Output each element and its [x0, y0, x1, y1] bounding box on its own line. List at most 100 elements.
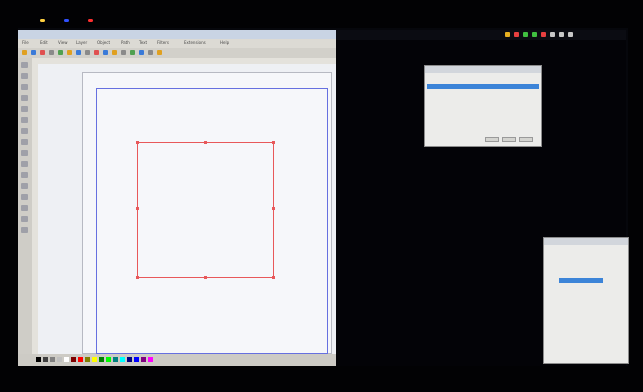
node-icon[interactable]	[21, 73, 28, 79]
toolbar-icon[interactable]	[103, 50, 108, 55]
menu-path[interactable]: Path	[121, 40, 130, 45]
dialog-list-item[interactable]	[427, 84, 539, 89]
color-swatch[interactable]	[50, 357, 55, 362]
spiral-icon[interactable]	[21, 139, 28, 145]
rect-icon[interactable]	[21, 106, 28, 112]
color-swatch[interactable]	[99, 357, 104, 362]
tray-icon[interactable]	[514, 32, 519, 37]
tray-icon[interactable]	[550, 32, 555, 37]
editor-statusbar	[18, 354, 336, 366]
color-swatch[interactable]	[92, 357, 97, 362]
menu-extensions[interactable]: Extensions	[184, 40, 206, 45]
color-swatch[interactable]	[120, 357, 125, 362]
toolbar-icon[interactable]	[112, 50, 117, 55]
toolbar-icon[interactable]	[40, 50, 45, 55]
ellipse-icon[interactable]	[21, 117, 28, 123]
gradient-icon[interactable]	[21, 194, 28, 200]
color-swatch[interactable]	[141, 357, 146, 362]
tray-icon[interactable]	[541, 32, 546, 37]
dialog-title[interactable]	[425, 66, 541, 73]
menu-help[interactable]: Help	[220, 40, 229, 45]
tray-icon[interactable]	[532, 32, 537, 37]
menu-edit[interactable]: Edit	[40, 40, 48, 45]
dialog-list-item[interactable]	[427, 90, 539, 95]
color-swatch[interactable]	[57, 357, 62, 362]
color-swatch[interactable]	[85, 357, 90, 362]
dialog-list-item[interactable]	[550, 254, 594, 259]
color-swatch[interactable]	[127, 357, 132, 362]
tray-icon[interactable]	[559, 32, 564, 37]
calligraphy-icon[interactable]	[21, 172, 28, 178]
selected-rectangle[interactable]	[136, 141, 275, 279]
dialog-title[interactable]	[544, 238, 628, 245]
color-swatch[interactable]	[36, 357, 41, 362]
dialog-list-item[interactable]	[553, 262, 597, 267]
dialog-list-item[interactable]	[556, 270, 600, 275]
editor-titlebar[interactable]	[18, 30, 336, 39]
dialog-button[interactable]	[485, 137, 499, 142]
menu-filters[interactable]: Filters	[157, 40, 169, 45]
dialog-button[interactable]	[519, 137, 533, 142]
color-swatch[interactable]	[78, 357, 83, 362]
pen-icon[interactable]	[21, 161, 28, 167]
toolbar-icon[interactable]	[58, 50, 63, 55]
eraser-icon[interactable]	[21, 227, 28, 233]
dialog-button[interactable]	[502, 137, 516, 142]
toolbar-icon[interactable]	[85, 50, 90, 55]
editor-toolbox	[18, 58, 32, 356]
resize-handle-s[interactable]	[204, 276, 207, 279]
menu-layer[interactable]: Layer	[76, 40, 87, 45]
text-icon[interactable]	[21, 183, 28, 189]
toolbar-icon[interactable]	[121, 50, 126, 55]
dialog-list-item[interactable]	[559, 278, 603, 283]
color-swatch[interactable]	[71, 357, 76, 362]
top-panel	[330, 30, 626, 40]
color-palette	[36, 354, 236, 366]
color-swatch[interactable]	[113, 357, 118, 362]
pencil-icon[interactable]	[21, 150, 28, 156]
vector-editor-window: File Edit View Layer Object Path Text Filters Ex…	[18, 30, 336, 366]
tweak-icon[interactable]	[21, 84, 28, 90]
toolbar-icon[interactable]	[67, 50, 72, 55]
resize-handle-nw[interactable]	[136, 141, 139, 144]
list-dialog-bottom	[543, 237, 629, 364]
toolbar-icon[interactable]	[94, 50, 99, 55]
toolbar-icon[interactable]	[130, 50, 135, 55]
tray-icon[interactable]	[505, 32, 510, 37]
select-icon[interactable]	[21, 62, 28, 68]
color-swatch[interactable]	[64, 357, 69, 362]
status-led	[40, 19, 45, 22]
color-swatch[interactable]	[148, 357, 153, 362]
resize-handle-ne[interactable]	[272, 141, 275, 144]
drawing-canvas[interactable]	[38, 64, 336, 354]
toolbar-icon[interactable]	[157, 50, 162, 55]
menu-view[interactable]: View	[58, 40, 68, 45]
star-icon[interactable]	[21, 128, 28, 134]
dropper-icon[interactable]	[21, 205, 28, 211]
editor-menubar: File Edit View Layer Object Path Text Filters Ex…	[18, 39, 336, 48]
toolbar-icon[interactable]	[148, 50, 153, 55]
zoom-icon[interactable]	[21, 95, 28, 101]
resize-handle-w[interactable]	[136, 207, 139, 210]
resize-handle-se[interactable]	[272, 276, 275, 279]
toolbar-icon[interactable]	[76, 50, 81, 55]
paint-bucket-icon[interactable]	[21, 216, 28, 222]
status-led	[88, 19, 93, 22]
dialog-list-item[interactable]	[427, 96, 539, 101]
color-swatch[interactable]	[106, 357, 111, 362]
tray-icon[interactable]	[568, 32, 573, 37]
toolbar-icon[interactable]	[31, 50, 36, 55]
resize-handle-e[interactable]	[272, 207, 275, 210]
editor-toolbar	[18, 48, 336, 58]
toolbar-icon[interactable]	[22, 50, 27, 55]
color-swatch[interactable]	[134, 357, 139, 362]
toolbar-icon[interactable]	[49, 50, 54, 55]
toolbar-icon[interactable]	[139, 50, 144, 55]
color-swatch[interactable]	[43, 357, 48, 362]
tray-icon[interactable]	[523, 32, 528, 37]
resize-handle-sw[interactable]	[136, 276, 139, 279]
resize-handle-n[interactable]	[204, 141, 207, 144]
menu-file[interactable]: File	[22, 40, 29, 45]
menu-object[interactable]: Object	[97, 40, 110, 45]
menu-text[interactable]: Text	[139, 40, 147, 45]
